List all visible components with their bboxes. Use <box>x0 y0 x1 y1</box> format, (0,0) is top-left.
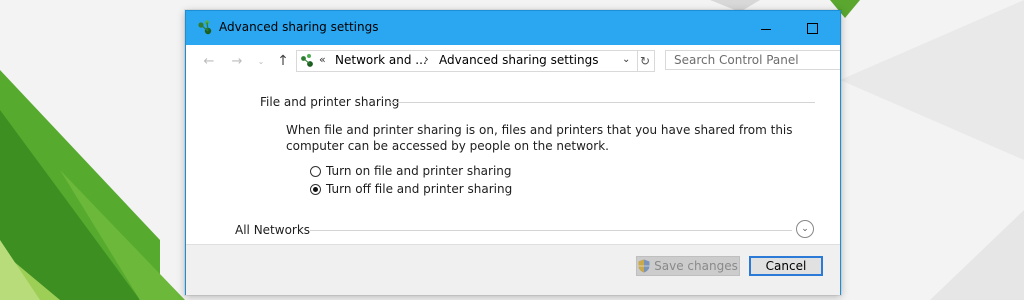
section-heading-all-networks[interactable]: All Networks <box>235 223 310 237</box>
breadcrumb-separator[interactable]: › <box>424 52 429 66</box>
uac-shield-icon <box>638 259 650 273</box>
minimize-button[interactable] <box>743 11 789 45</box>
radio-option-turn-off[interactable]: Turn off file and printer sharing <box>310 181 512 197</box>
up-arrow-icon[interactable]: ↑ <box>275 52 291 70</box>
section-divider <box>390 102 815 103</box>
window-title: Advanced sharing settings <box>219 20 379 34</box>
network-icon <box>198 20 212 35</box>
minimize-icon <box>761 28 771 30</box>
forward-arrow-icon[interactable]: → <box>229 52 245 70</box>
save-changes-button[interactable]: Save changes <box>636 256 740 276</box>
network-icon <box>301 54 313 67</box>
breadcrumb-overflow[interactable]: « <box>319 53 326 66</box>
expand-section-button[interactable]: ⌄ <box>796 220 814 238</box>
refresh-button[interactable]: ↻ <box>636 50 655 72</box>
title-bar: Advanced sharing settings <box>186 11 840 45</box>
cancel-label: Cancel <box>765 259 807 273</box>
section-heading-file-printer: File and printer sharing <box>260 95 400 109</box>
maximize-icon <box>806 22 818 34</box>
navigation-bar: ← → ⌄ ↑ « Network and ... › Advanced sha… <box>186 45 840 77</box>
settings-content: File and printer sharing When file and p… <box>186 77 840 244</box>
sharing-settings-window: Advanced sharing settings ← → ⌄ ↑ « Netw… <box>185 10 841 295</box>
address-bar[interactable]: « Network and ... › Advanced sharing set… <box>296 50 638 72</box>
address-dropdown-icon[interactable]: ⌄ <box>622 54 630 65</box>
save-changes-label: Save changes <box>654 259 738 273</box>
back-arrow-icon[interactable]: ← <box>201 52 217 70</box>
refresh-icon: ↻ <box>639 54 651 68</box>
section-description: When file and printer sharing is on, fil… <box>286 123 793 153</box>
section-divider <box>310 230 792 231</box>
maximize-button[interactable] <box>789 11 835 45</box>
radio-option-turn-on[interactable]: Turn on file and printer sharing <box>310 163 512 179</box>
radio-button[interactable] <box>310 165 321 177</box>
radio-label[interactable]: Turn on file and printer sharing <box>326 164 512 178</box>
radio-label[interactable]: Turn off file and printer sharing <box>326 182 512 196</box>
radio-button-selected[interactable] <box>310 183 321 195</box>
search-input[interactable] <box>665 50 840 70</box>
cancel-button[interactable]: Cancel <box>749 256 823 276</box>
dialog-footer: Save changes Cancel <box>186 244 840 295</box>
chevron-down-icon[interactable]: ⌄ <box>256 52 266 70</box>
breadcrumb-parent[interactable]: Network and ... <box>335 53 427 67</box>
chevron-down-circle-icon: ⌄ <box>801 224 809 234</box>
breadcrumb-current[interactable]: Advanced sharing settings <box>439 53 598 67</box>
